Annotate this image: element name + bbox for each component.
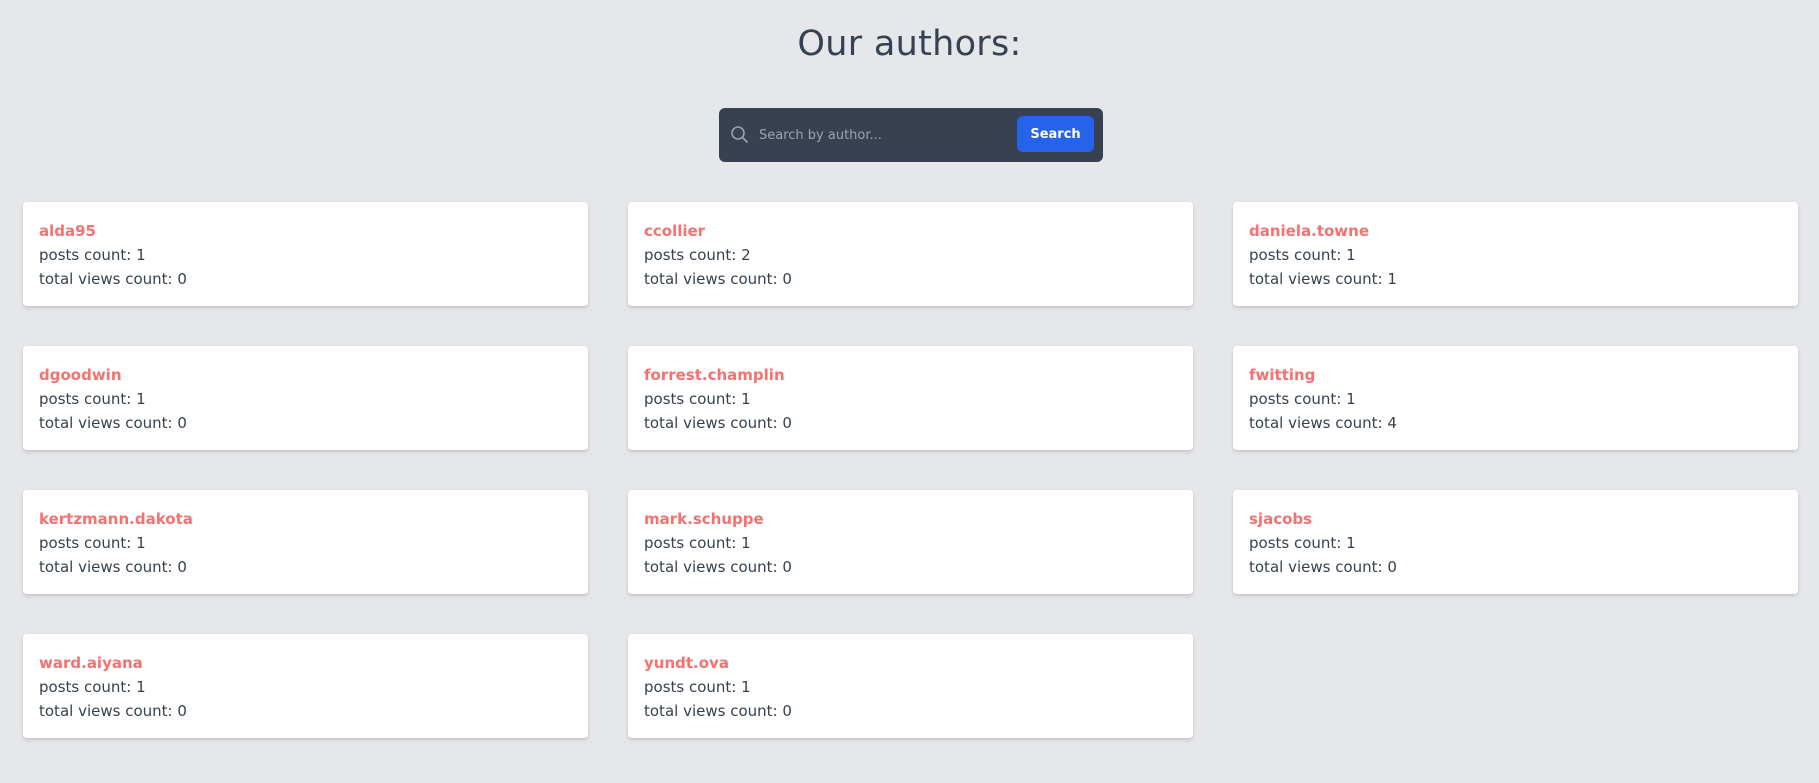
total-views-value: 1 — [1387, 270, 1397, 288]
posts-count-label: posts count: — [1249, 534, 1347, 552]
author-card: mark.schuppe posts count: 1 total views co… — [628, 490, 1193, 594]
author-card: dgoodwin posts count: 1 total views count:… — [23, 346, 588, 450]
posts-count: posts count: 1 — [1249, 531, 1782, 555]
total-views-value: 0 — [782, 702, 792, 720]
total-views-label: total views count: — [1249, 558, 1388, 576]
author-card: forrest.champlin posts count: 1 total view… — [628, 346, 1193, 450]
posts-count: posts count: 1 — [1249, 243, 1782, 267]
total-views-count: total views count: 0 — [39, 699, 572, 723]
total-views-label: total views count: — [39, 702, 178, 720]
posts-count-value: 1 — [1346, 246, 1356, 264]
posts-count: posts count: 1 — [39, 675, 572, 699]
total-views-value: 4 — [1387, 414, 1397, 432]
author-card: ward.aiyana posts count: 1 total views cou… — [23, 634, 588, 738]
total-views-label: total views count: — [39, 414, 178, 432]
total-views-label: total views count: — [1249, 414, 1388, 432]
posts-count: posts count: 1 — [644, 531, 1177, 555]
author-name-link[interactable]: dgoodwin — [39, 363, 572, 387]
total-views-value: 0 — [782, 270, 792, 288]
total-views-count: total views count: 4 — [1249, 411, 1782, 435]
total-views-value: 0 — [177, 558, 187, 576]
author-card: fwitting posts count: 1 total views count:… — [1233, 346, 1798, 450]
search-bar: Search — [719, 108, 1103, 162]
total-views-label: total views count: — [644, 558, 783, 576]
posts-count-label: posts count: — [39, 390, 137, 408]
posts-count-label: posts count: — [1249, 390, 1347, 408]
posts-count-value: 1 — [136, 534, 146, 552]
posts-count-label: posts count: — [644, 534, 742, 552]
posts-count-value: 1 — [1346, 390, 1356, 408]
total-views-label: total views count: — [39, 270, 178, 288]
total-views-count: total views count: 0 — [39, 411, 572, 435]
total-views-label: total views count: — [1249, 270, 1388, 288]
posts-count: posts count: 1 — [1249, 387, 1782, 411]
author-name-link[interactable]: daniela.towne — [1249, 219, 1782, 243]
posts-count-value: 1 — [741, 534, 751, 552]
posts-count-label: posts count: — [644, 246, 742, 264]
total-views-count: total views count: 0 — [644, 555, 1177, 579]
author-name-link[interactable]: yundt.ova — [644, 651, 1177, 675]
posts-count-value: 1 — [741, 678, 751, 696]
total-views-value: 0 — [782, 414, 792, 432]
posts-count-value: 1 — [1346, 534, 1356, 552]
total-views-label: total views count: — [644, 702, 783, 720]
author-name-link[interactable]: alda95 — [39, 219, 572, 243]
authors-grid: alda95 posts count: 1 total views count: 0… — [23, 202, 1799, 738]
posts-count: posts count: 1 — [39, 531, 572, 555]
search-input[interactable] — [759, 117, 1009, 153]
author-name-link[interactable]: mark.schuppe — [644, 507, 1177, 531]
author-card: kertzmann.dakota posts count: 1 total view… — [23, 490, 588, 594]
posts-count: posts count: 2 — [644, 243, 1177, 267]
total-views-count: total views count: 1 — [1249, 267, 1782, 291]
total-views-count: total views count: 0 — [644, 699, 1177, 723]
author-name-link[interactable]: ccollier — [644, 219, 1177, 243]
posts-count-value: 1 — [136, 246, 146, 264]
search-icon — [730, 125, 750, 145]
total-views-label: total views count: — [39, 558, 178, 576]
author-name-link[interactable]: sjacobs — [1249, 507, 1782, 531]
author-name-link[interactable]: fwitting — [1249, 363, 1782, 387]
total-views-count: total views count: 0 — [644, 411, 1177, 435]
total-views-count: total views count: 0 — [1249, 555, 1782, 579]
posts-count: posts count: 1 — [39, 387, 572, 411]
author-name-link[interactable]: kertzmann.dakota — [39, 507, 572, 531]
authors-page: Our authors: Search alda95posts count: 1… — [0, 0, 1819, 783]
author-name-link[interactable]: forrest.champlin — [644, 363, 1177, 387]
posts-count-label: posts count: — [39, 678, 137, 696]
posts-count-label: posts count: — [39, 534, 137, 552]
total-views-value: 0 — [1387, 558, 1397, 576]
total-views-count: total views count: 0 — [644, 267, 1177, 291]
total-views-value: 0 — [177, 702, 187, 720]
total-views-value: 0 — [177, 270, 187, 288]
posts-count: posts count: 1 — [644, 387, 1177, 411]
total-views-value: 0 — [782, 558, 792, 576]
page-title: Our authors: — [797, 24, 1022, 64]
posts-count-label: posts count: — [39, 246, 137, 264]
author-card: alda95 posts count: 1 total views count: 0 — [23, 202, 588, 306]
total-views-count: total views count: 0 — [39, 555, 572, 579]
posts-count-label: posts count: — [644, 390, 742, 408]
total-views-value: 0 — [177, 414, 187, 432]
author-card: daniela.towne posts count: 1 total views c… — [1233, 202, 1798, 306]
posts-count: posts count: 1 — [644, 675, 1177, 699]
total-views-label: total views count: — [644, 270, 783, 288]
posts-count-value: 1 — [136, 678, 146, 696]
posts-count-label: posts count: — [644, 678, 742, 696]
author-card: sjacobs posts count: 1 total views count: … — [1233, 490, 1798, 594]
posts-count-value: 1 — [136, 390, 146, 408]
author-card: yundt.ova posts count: 1 total views count… — [628, 634, 1193, 738]
author-card: ccollier posts count: 2 total views count:… — [628, 202, 1193, 306]
posts-count-value: 2 — [741, 246, 751, 264]
total-views-label: total views count: — [644, 414, 783, 432]
posts-count: posts count: 1 — [39, 243, 572, 267]
posts-count-value: 1 — [741, 390, 751, 408]
author-name-link[interactable]: ward.aiyana — [39, 651, 572, 675]
search-button[interactable]: Search — [1017, 116, 1094, 152]
total-views-count: total views count: 0 — [39, 267, 572, 291]
posts-count-label: posts count: — [1249, 246, 1347, 264]
